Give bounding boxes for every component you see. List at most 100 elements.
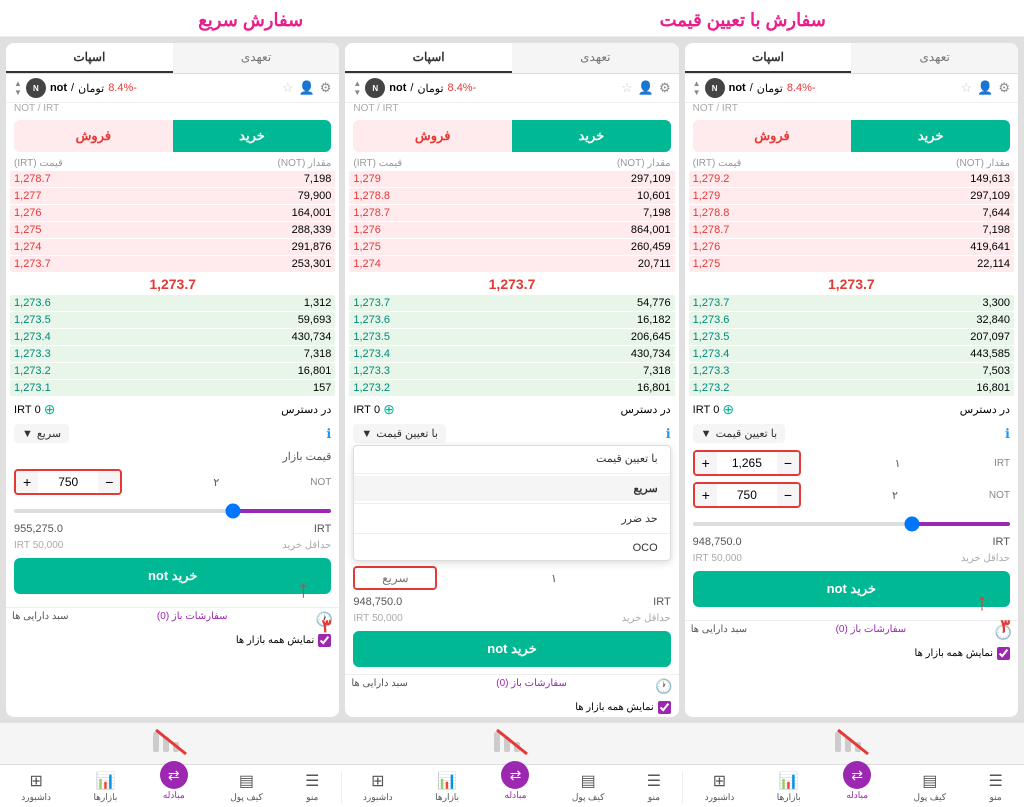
bid-row: 16,8011,273.2	[349, 380, 674, 396]
amount-minus-3[interactable]: −	[98, 471, 120, 493]
buy-not-button-1[interactable]: خرید not	[693, 571, 1010, 607]
price-field-2[interactable]	[355, 568, 435, 588]
info-icon-3[interactable]: ℹ	[326, 426, 331, 442]
amount-input-group-1[interactable]: − +	[693, 482, 801, 508]
buy-not-button-2[interactable]: خرید not	[353, 631, 670, 667]
bid-row: 32,8401,273.6	[689, 312, 1014, 328]
nav-dashboard-2[interactable]: ⊞ داشبورد	[363, 771, 393, 803]
settings-icon-3[interactable]: ⚙	[320, 80, 332, 96]
tab-spot-1[interactable]: اسپات	[685, 43, 852, 73]
balance-label-1: در دسترس	[960, 403, 1010, 416]
bid-row: 430,7341,273.4	[10, 329, 335, 345]
nav-wallet-3[interactable]: ▤ کیف پول	[230, 771, 263, 803]
amount-input-label-1: NOT	[989, 490, 1010, 501]
star-icon-3[interactable]: ☆	[282, 80, 294, 96]
info-icon-1[interactable]: ℹ	[1005, 426, 1010, 442]
nav-exchange-2[interactable]: ⇄ مبادله	[501, 771, 529, 803]
asset-pair-2: NOT / IRT	[345, 103, 678, 116]
asset-change-2: -8.4%	[448, 82, 477, 94]
dropdown-item-stoploss-2[interactable]: حد ضرر	[354, 506, 669, 531]
nav-wallet-2[interactable]: ▤ کیف پول	[572, 771, 605, 803]
price-plus-1[interactable]: +	[695, 452, 717, 474]
portfolio-tab-3[interactable]: سبد دارایی ها	[12, 611, 68, 628]
amount-field-1[interactable]	[717, 485, 777, 505]
ask-row: 10,6011,278.8	[349, 188, 674, 204]
buy-button-1[interactable]: خرید	[851, 120, 1010, 152]
number-annotation-1: ۳	[1000, 616, 1010, 637]
ask-row: 22,1141,275	[689, 256, 1014, 272]
amount-input-group-3[interactable]: − +	[14, 469, 122, 495]
ask-row: 7,1981,278.7	[689, 222, 1014, 238]
tab-taahodi-3[interactable]: تعهدی	[173, 43, 340, 73]
tab-spot-2[interactable]: اسپات	[345, 43, 512, 73]
tab-taahodi-1[interactable]: تعهدی	[851, 43, 1018, 73]
price-field-1[interactable]	[717, 453, 777, 473]
sell-button-3[interactable]: فروش	[14, 120, 173, 152]
price-input-group-1[interactable]: − +	[693, 450, 801, 476]
settings-icon-2[interactable]: ⚙	[659, 80, 671, 96]
asset-badge-1: N	[705, 78, 725, 98]
amount-slider-1[interactable]	[693, 522, 1010, 526]
person-icon-3[interactable]: 👤	[299, 80, 315, 96]
nav-menu-3[interactable]: ☰ منو	[305, 771, 319, 803]
order-type-dropdown-2[interactable]: با تعیین قیمت سریع حد ضرر OCO	[353, 445, 670, 561]
balance-icon-2: ⊕	[383, 401, 395, 418]
order-type-selector-3[interactable]: سریع ▼	[14, 424, 69, 443]
sell-button-1[interactable]: فروش	[693, 120, 852, 152]
open-orders-tab-1[interactable]: سفارشات باز (0)	[836, 624, 907, 641]
nav-dashboard-3[interactable]: ⊞ داشبورد	[21, 771, 51, 803]
buy-button-2[interactable]: خرید	[512, 120, 671, 152]
amount-plus-3[interactable]: +	[16, 471, 38, 493]
order-type-selector-2[interactable]: با تعیین قیمت ▼	[353, 424, 446, 443]
bid-row: 7,3181,273.3	[10, 346, 335, 362]
open-orders-tab-2[interactable]: سفارشات باز (0)	[496, 678, 567, 695]
ask-row: 260,4591,275	[349, 239, 674, 255]
person-icon-2[interactable]: 👤	[638, 80, 654, 96]
nav-exchange-3[interactable]: ⇄ مبادله	[160, 771, 188, 803]
nav-markets-1[interactable]: 📊 بازارها	[777, 771, 801, 803]
nav-menu-2[interactable]: ☰ منو	[647, 771, 661, 803]
asset-pair-1: NOT / IRT	[685, 103, 1018, 116]
show-all-checkbox-2[interactable]	[658, 701, 671, 714]
nav-markets-3[interactable]: 📊 بازارها	[93, 771, 117, 803]
title-limit: سفارش با تعیین قیمت	[660, 10, 826, 31]
order-type-selector-1[interactable]: با تعیین قیمت ▼	[693, 424, 786, 443]
dropdown-item-limit-2[interactable]: با تعیین قیمت	[354, 446, 669, 471]
tab-taahodi-2[interactable]: تعهدی	[512, 43, 679, 73]
history-icon-2[interactable]: 🕐	[655, 678, 672, 695]
settings-icon-1[interactable]: ⚙	[998, 80, 1010, 96]
title-fast: سفارش سریع	[198, 10, 303, 31]
buy-not-button-3[interactable]: خرید not	[14, 558, 331, 594]
col-price-1: قیمت (IRT)	[693, 158, 742, 169]
portfolio-tab-2[interactable]: سبد دارایی ها	[351, 678, 407, 695]
arrow-annotation-1: ↑	[976, 589, 988, 617]
buy-button-3[interactable]: خرید	[173, 120, 332, 152]
show-all-label-2: نمایش همه بازار ها	[575, 702, 653, 713]
bid-row: 16,8011,273.2	[689, 380, 1014, 396]
price-input-group-2[interactable]	[353, 566, 437, 590]
amount-field-3[interactable]	[38, 472, 98, 492]
star-icon-1[interactable]: ☆	[961, 80, 973, 96]
open-orders-tab-3[interactable]: سفارشات باز (0)	[157, 611, 228, 628]
star-icon-2[interactable]: ☆	[621, 80, 633, 96]
amount-slider-3[interactable]	[14, 509, 331, 513]
nav-menu-1[interactable]: ☰ منو	[988, 771, 1002, 803]
dropdown-item-oco-2[interactable]: OCO	[354, 536, 669, 560]
show-all-checkbox-1[interactable]	[997, 647, 1010, 660]
ask-row: 20,7111,274	[349, 256, 674, 272]
nav-wallet-1[interactable]: ▤ کیف پول	[914, 771, 947, 803]
bid-row: 207,0971,273.5	[689, 329, 1014, 345]
nav-exchange-1[interactable]: ⇄ مبادله	[843, 771, 871, 803]
nav-markets-2[interactable]: 📊 بازارها	[435, 771, 459, 803]
portfolio-tab-1[interactable]: سبد دارایی ها	[691, 624, 747, 641]
price-minus-1[interactable]: −	[777, 452, 799, 474]
tab-row-1: تعهدی اسپات	[685, 43, 1018, 74]
tab-spot-3[interactable]: اسپات	[6, 43, 173, 73]
dropdown-item-fast-2[interactable]: سریع	[354, 476, 669, 501]
person-icon-1[interactable]: 👤	[977, 80, 993, 96]
sell-button-2[interactable]: فروش	[353, 120, 512, 152]
amount-minus-1[interactable]: −	[777, 484, 799, 506]
amount-plus-1[interactable]: +	[695, 484, 717, 506]
nav-dashboard-1[interactable]: ⊞ داشبورد	[705, 771, 735, 803]
info-icon-2[interactable]: ℹ	[666, 426, 671, 442]
